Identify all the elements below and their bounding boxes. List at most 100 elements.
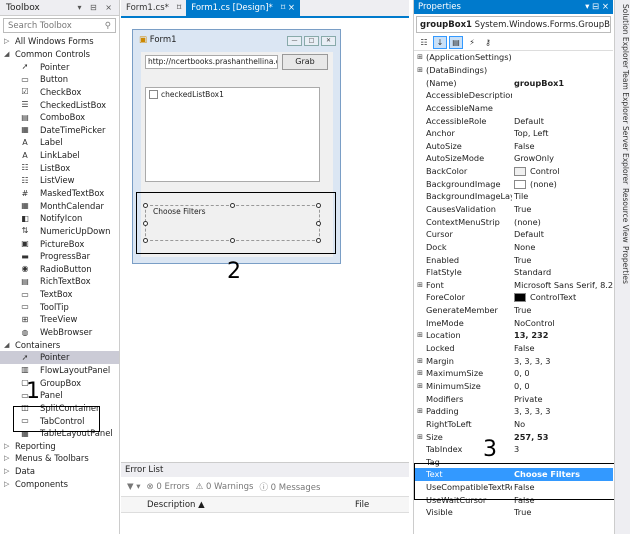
property-value[interactable]: (none): [512, 217, 613, 227]
expander-icon[interactable]: ▷: [4, 37, 12, 45]
property-value[interactable]: Top, Left: [512, 128, 613, 138]
property-row[interactable]: Visible True: [414, 506, 613, 519]
expand-icon[interactable]: ⊞: [414, 407, 426, 415]
document-tab[interactable]: Form1.cs* ⌑: [121, 0, 186, 16]
property-value[interactable]: 3, 3, 3, 3: [512, 356, 613, 366]
property-row[interactable]: Anchor Top, Left: [414, 127, 613, 140]
property-value[interactable]: Control: [512, 166, 613, 177]
side-tab[interactable]: Server Explorer: [616, 126, 630, 184]
expander-icon[interactable]: ▷: [4, 442, 12, 450]
property-value[interactable]: 257, 53: [512, 432, 613, 442]
url-textbox[interactable]: http://ncertbooks.prashanthellina.com/c: [145, 55, 278, 69]
toolbox-item[interactable]: ▭ TextBox: [0, 288, 119, 301]
expand-icon[interactable]: ⊞: [414, 331, 426, 339]
pin-icon[interactable]: ⌑ ×: [281, 3, 295, 13]
toolbox-item[interactable]: ☰ CheckedListBox: [0, 98, 119, 111]
expander-icon[interactable]: ▷: [4, 454, 12, 462]
property-value[interactable]: True: [512, 305, 613, 315]
property-row[interactable]: AutoSize False: [414, 139, 613, 152]
property-row[interactable]: ⊞ Size 257, 53: [414, 430, 613, 443]
property-row[interactable]: ⊞ (DataBindings): [414, 64, 613, 77]
property-value[interactable]: Tile: [512, 191, 613, 201]
property-value[interactable]: (none): [512, 179, 613, 189]
property-value[interactable]: 0, 0: [512, 381, 613, 391]
property-value[interactable]: No: [512, 419, 613, 429]
toolbox-item[interactable]: ◧ NotifyIcon: [0, 212, 119, 225]
property-row[interactable]: Modifiers Private: [414, 392, 613, 405]
pin-icon[interactable]: ⌑: [177, 3, 181, 13]
expand-icon[interactable]: ⊞: [414, 433, 426, 441]
toolbox-item[interactable]: ☷ ListView: [0, 174, 119, 187]
toolbox-category[interactable]: ◢ Common Controls: [0, 48, 119, 61]
toolbox-item[interactable]: ☑ CheckBox: [0, 86, 119, 99]
property-value[interactable]: False: [512, 343, 613, 353]
side-tab[interactable]: Team Explorer: [616, 70, 630, 123]
property-row[interactable]: BackgroundImage (none): [414, 177, 613, 190]
object-selector[interactable]: groupBox1 System.Windows.Forms.GroupBox: [416, 16, 611, 33]
checkbox-icon[interactable]: [149, 90, 158, 99]
col-file[interactable]: File: [355, 500, 369, 510]
property-value[interactable]: Microsoft Sans Serif, 8.25pt: [512, 280, 613, 290]
errors-filter[interactable]: ⊗ 0 Errors: [147, 482, 190, 492]
toolbox-category[interactable]: ▷ Data: [0, 465, 119, 478]
property-row[interactable]: TabIndex 3: [414, 443, 613, 456]
expand-icon[interactable]: ⊞: [414, 369, 426, 377]
side-tab[interactable]: Solution Explorer: [616, 4, 630, 68]
property-row[interactable]: ⊞ MaximumSize 0, 0: [414, 367, 613, 380]
toolbox-item[interactable]: ▢ GroupBox: [0, 376, 119, 389]
property-row[interactable]: ImeMode NoControl: [414, 316, 613, 329]
alphabetical-icon[interactable]: ↓: [433, 36, 447, 49]
toolbox-window-controls[interactable]: ▾ ⊟ ×: [77, 3, 115, 12]
property-value[interactable]: Default: [512, 116, 613, 126]
property-row[interactable]: AutoSizeMode GrowOnly: [414, 152, 613, 165]
close-icon[interactable]: ✕: [321, 35, 336, 46]
document-tab[interactable]: Form1.cs [Design]* ⌑ ×: [186, 0, 300, 16]
property-value[interactable]: False: [512, 141, 613, 151]
property-row[interactable]: ⊞ (ApplicationSettings): [414, 51, 613, 64]
toolbox-item[interactable]: ▭ ToolTip: [0, 300, 119, 313]
toolbox-item[interactable]: ◉ RadioButton: [0, 263, 119, 276]
toolbox-item[interactable]: ➚ Pointer: [0, 60, 119, 73]
col-description[interactable]: Description ▲: [147, 500, 355, 510]
property-row[interactable]: AccessibleName: [414, 102, 613, 115]
property-row[interactable]: Cursor Default: [414, 228, 613, 241]
property-row[interactable]: GenerateMember True: [414, 304, 613, 317]
toolbox-item[interactable]: ▤ RichTextBox: [0, 275, 119, 288]
property-value[interactable]: Standard: [512, 267, 613, 277]
toolbox-item[interactable]: A Label: [0, 136, 119, 149]
property-row[interactable]: (Name) groupBox1: [414, 76, 613, 89]
property-pages-icon[interactable]: ⚷: [481, 36, 495, 49]
property-value[interactable]: ControlText: [512, 292, 613, 303]
property-value[interactable]: GrowOnly: [512, 153, 613, 163]
property-row[interactable]: AccessibleRole Default: [414, 114, 613, 127]
checked-list-box[interactable]: checkedListBox1: [145, 87, 320, 182]
property-row[interactable]: BackgroundImageLayoutTile: [414, 190, 613, 203]
minimize-icon[interactable]: —: [287, 35, 302, 46]
expand-icon[interactable]: ⊞: [414, 281, 426, 289]
property-value[interactable]: 13, 232: [512, 330, 613, 340]
toolbox-item[interactable]: # MaskedTextBox: [0, 187, 119, 200]
toolbox-category[interactable]: ▷ All Windows Forms: [0, 35, 119, 48]
properties-window-controls[interactable]: ▾ ⊟ ×: [585, 2, 609, 12]
toolbox-category[interactable]: ▷ Components: [0, 477, 119, 490]
toolbox-item[interactable]: ➚ Pointer: [0, 351, 119, 364]
property-row[interactable]: Locked False: [414, 342, 613, 355]
property-row[interactable]: BackColor Control: [414, 165, 613, 178]
properties-icon[interactable]: ▤: [449, 36, 463, 49]
toolbox-item[interactable]: ▦ MonthCalendar: [0, 199, 119, 212]
property-value[interactable]: 3: [512, 444, 613, 454]
property-row[interactable]: AccessibleDescription: [414, 89, 613, 102]
toolbox-item[interactable]: ◍ WebBrowser: [0, 326, 119, 339]
property-value[interactable]: None: [512, 242, 613, 252]
warnings-filter[interactable]: ⚠ 0 Warnings: [196, 482, 254, 492]
property-value[interactable]: True: [512, 204, 613, 214]
property-value[interactable]: True: [512, 255, 613, 265]
property-row[interactable]: ⊞Font Microsoft Sans Serif, 8.25pt: [414, 279, 613, 292]
property-value[interactable]: Default: [512, 229, 613, 239]
toolbox-item[interactable]: ⇅ NumericUpDown: [0, 225, 119, 238]
expander-icon[interactable]: ▷: [4, 480, 12, 488]
property-value[interactable]: 3, 3, 3, 3: [512, 406, 613, 416]
expander-icon[interactable]: ◢: [4, 50, 12, 58]
list-item[interactable]: checkedListBox1: [146, 88, 319, 101]
property-value[interactable]: True: [512, 507, 613, 517]
